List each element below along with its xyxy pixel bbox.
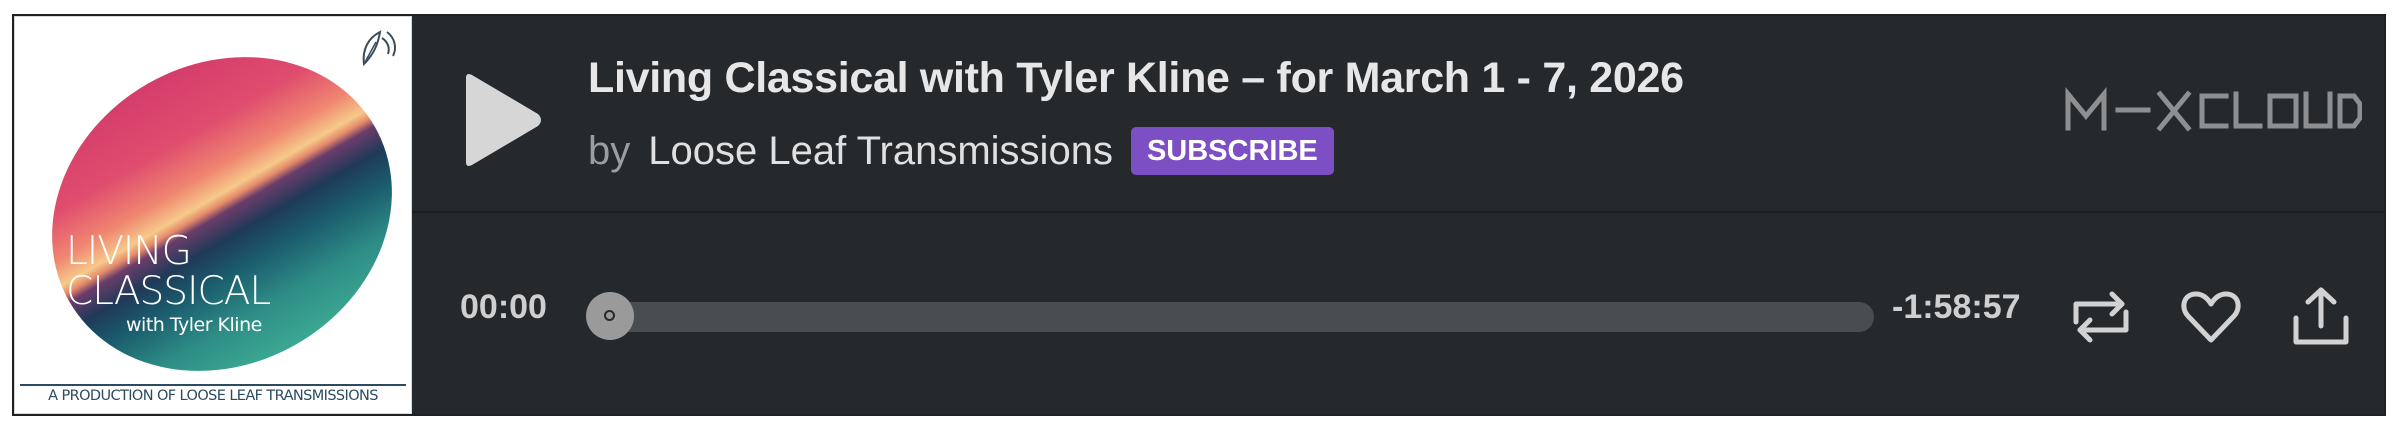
repost-icon[interactable] [2066, 282, 2136, 352]
panel-divider [412, 211, 2384, 213]
subscribe-button[interactable]: SUBSCRIBE [1130, 127, 1334, 175]
progress-track[interactable] [586, 292, 1874, 340]
heart-icon[interactable] [2176, 282, 2246, 352]
artist-link[interactable]: Loose Leaf Transmissions [648, 129, 1113, 174]
remaining-time: -1:58:57 [1892, 288, 2021, 326]
artwork-title-line2: CLASSICAL [66, 269, 271, 314]
elapsed-time: 00:00 [460, 288, 547, 326]
artwork-oval [52, 57, 392, 371]
artwork-title-line1: LIVING [66, 229, 192, 274]
mixcloud-logo[interactable] [2062, 86, 2362, 136]
byline: by Loose Leaf Transmissions SUBSCRIBE [588, 126, 1334, 176]
by-label: by [588, 128, 631, 173]
artwork-divider [20, 384, 406, 386]
mixcloud-widget: LIVING CLASSICAL with Tyler Kline A PROD… [12, 14, 2386, 416]
player-panel: Living Classical with Tyler Kline – for … [412, 16, 2384, 414]
artwork-title: LIVING CLASSICAL [66, 229, 271, 314]
show-title[interactable]: Living Classical with Tyler Kline – for … [588, 54, 1684, 103]
play-icon[interactable] [456, 70, 546, 170]
cover-artwork[interactable]: LIVING CLASSICAL with Tyler Kline A PROD… [14, 16, 412, 414]
artwork-credit: A PRODUCTION OF LOOSE LEAF TRANSMISSIONS [48, 388, 378, 404]
leaf-icon [362, 30, 396, 67]
artwork-subtitle: with Tyler Kline [126, 314, 262, 336]
share-icon[interactable] [2286, 282, 2356, 352]
progress-thumb[interactable] [586, 292, 634, 340]
